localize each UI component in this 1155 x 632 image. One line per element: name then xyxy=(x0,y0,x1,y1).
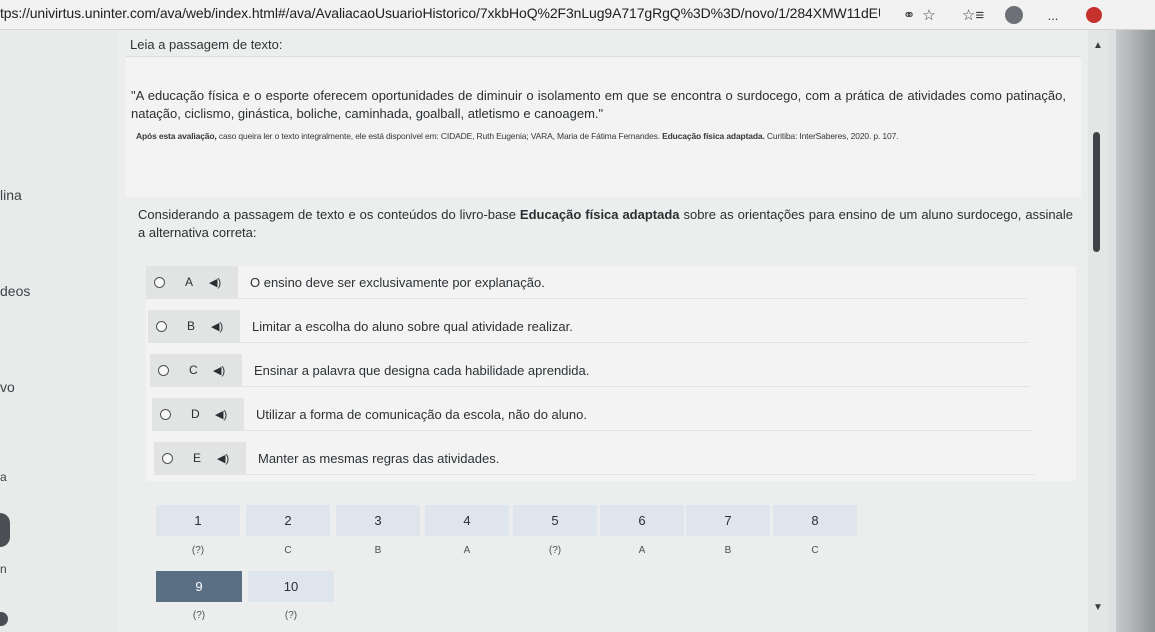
profile-icon[interactable] xyxy=(1005,6,1023,24)
source-prefix: Após esta avaliação, xyxy=(136,131,217,141)
option-d-controls: D ◀) xyxy=(152,398,244,430)
option-b-controls: B ◀) xyxy=(148,310,240,342)
sidebar-item-videos[interactable]: deos xyxy=(0,283,30,299)
speaker-icon[interactable]: ◀) xyxy=(211,320,223,333)
monitor-frame-edge xyxy=(1108,30,1116,632)
speaker-icon[interactable]: ◀) xyxy=(213,364,225,377)
question-nav-5[interactable]: 5 xyxy=(513,505,597,536)
option-d-radio[interactable] xyxy=(160,408,171,420)
option-b[interactable]: B ◀) Limitar a escolha do aluno sobre qu… xyxy=(148,310,1028,343)
scroll-thumb[interactable] xyxy=(1093,132,1100,252)
question-answer-1: (?) xyxy=(191,544,205,556)
key-icon[interactable]: ⚭ xyxy=(898,4,920,26)
sidebar-indicator xyxy=(0,513,10,547)
more-icon[interactable]: ... xyxy=(1042,4,1064,26)
option-a[interactable]: A ◀) O ensino deve ser exclusivamente po… xyxy=(146,266,1026,299)
option-d-text[interactable]: Utilizar a forma de comunicação da escol… xyxy=(256,407,587,422)
address-bar[interactable]: tps://univirtus.uninter.com/ava/web/inde… xyxy=(0,5,880,21)
speaker-icon[interactable]: ◀) xyxy=(209,276,221,289)
question-answer-8: C xyxy=(811,544,819,556)
question-answer-2: C xyxy=(284,544,292,556)
question-text-before: Considerando a passagem de texto e os co… xyxy=(138,207,520,222)
passage-label: Leia a passagem de texto: xyxy=(130,37,283,52)
question-answer-6: A xyxy=(638,544,646,556)
question-answer-4: A xyxy=(463,544,471,556)
speaker-icon[interactable]: ◀) xyxy=(215,408,227,421)
star-icon[interactable]: ☆ xyxy=(918,4,940,26)
question-nav-7[interactable]: 7 xyxy=(686,505,770,536)
option-a-text[interactable]: O ensino deve ser exclusivamente por exp… xyxy=(250,275,545,290)
question-answer-5: (?) xyxy=(548,544,562,556)
option-b-text[interactable]: Limitar a escolha do aluno sobre qual at… xyxy=(252,319,573,334)
passage-source: Após esta avaliação, caso queira ler o t… xyxy=(136,131,1076,141)
option-d[interactable]: D ◀) Utilizar a forma de comunicação da … xyxy=(152,398,1032,431)
question-book-title: Educação física adaptada xyxy=(519,207,680,222)
option-c[interactable]: C ◀) Ensinar a palavra que designa cada … xyxy=(150,354,1030,387)
passage-quote: "A educação física e o esporte oferecem … xyxy=(131,88,1066,121)
browser-toolbar: tps://univirtus.uninter.com/ava/web/inde… xyxy=(0,0,1155,30)
option-c-letter: C xyxy=(189,363,198,377)
option-a-controls: A ◀) xyxy=(146,266,238,298)
question-text: Considerando a passagem de texto e os co… xyxy=(138,206,1073,242)
option-b-letter: B xyxy=(187,319,196,333)
question-nav-10[interactable]: 10 xyxy=(248,571,334,602)
sidebar-indicator-bottom xyxy=(0,612,8,626)
option-d-letter: D xyxy=(191,407,200,421)
question-nav-3[interactable]: 3 xyxy=(336,505,420,536)
speaker-icon[interactable]: ◀) xyxy=(217,452,229,465)
option-e-letter: E xyxy=(193,451,202,465)
question-answer-9: (?) xyxy=(192,609,206,621)
option-c-radio[interactable] xyxy=(158,364,169,376)
option-a-letter: A xyxy=(185,275,194,289)
left-sidebar: lina deos vo a n xyxy=(0,30,118,632)
option-c-text[interactable]: Ensinar a palavra que designa cada habil… xyxy=(254,363,589,378)
option-e-controls: E ◀) xyxy=(154,442,246,474)
question-answer-7: B xyxy=(724,544,732,556)
option-b-radio[interactable] xyxy=(156,320,167,332)
scroll-down-icon[interactable]: ▼ xyxy=(1093,602,1103,613)
question-nav-1[interactable]: 1 xyxy=(156,505,240,536)
question-nav-2[interactable]: 2 xyxy=(246,505,330,536)
option-e-radio[interactable] xyxy=(162,452,173,464)
question-answer-10: (?) xyxy=(284,609,298,621)
option-a-radio[interactable] xyxy=(154,276,165,288)
question-nav-8[interactable]: 8 xyxy=(773,505,857,536)
sidebar-item-apostila[interactable]: lina xyxy=(0,187,22,203)
question-nav-6[interactable]: 6 xyxy=(600,505,684,536)
extension-icon[interactable] xyxy=(1086,7,1102,23)
sidebar-item-n[interactable]: n xyxy=(0,562,7,576)
passage-box xyxy=(126,56,1081,197)
question-nav-4[interactable]: 4 xyxy=(425,505,509,536)
sidebar-item-a[interactable]: a xyxy=(0,470,7,484)
option-c-controls: C ◀) xyxy=(150,354,242,386)
question-nav-9[interactable]: 9 xyxy=(156,571,242,602)
source-end: Curitiba: InterSaberes, 2020. p. 107. xyxy=(764,131,899,141)
vertical-scrollbar[interactable]: ▲ ▼ xyxy=(1088,30,1108,632)
source-title: Educação física adaptada. xyxy=(662,131,765,141)
question-answer-3: B xyxy=(374,544,382,556)
option-e[interactable]: E ◀) Manter as mesmas regras das ativida… xyxy=(154,442,1034,475)
option-e-text[interactable]: Manter as mesmas regras das atividades. xyxy=(258,451,499,466)
scroll-up-icon[interactable]: ▲ xyxy=(1093,40,1103,51)
sidebar-item-avaliacao[interactable]: vo xyxy=(0,379,15,395)
source-rest: caso queira ler o texto integralmente, e… xyxy=(216,131,663,141)
question-panel: Leia a passagem de texto: "A educação fí… xyxy=(118,30,1088,632)
favorites-icon[interactable]: ☆≡ xyxy=(962,4,984,26)
answer-options: A ◀) O ensino deve ser exclusivamente po… xyxy=(146,266,1076,481)
